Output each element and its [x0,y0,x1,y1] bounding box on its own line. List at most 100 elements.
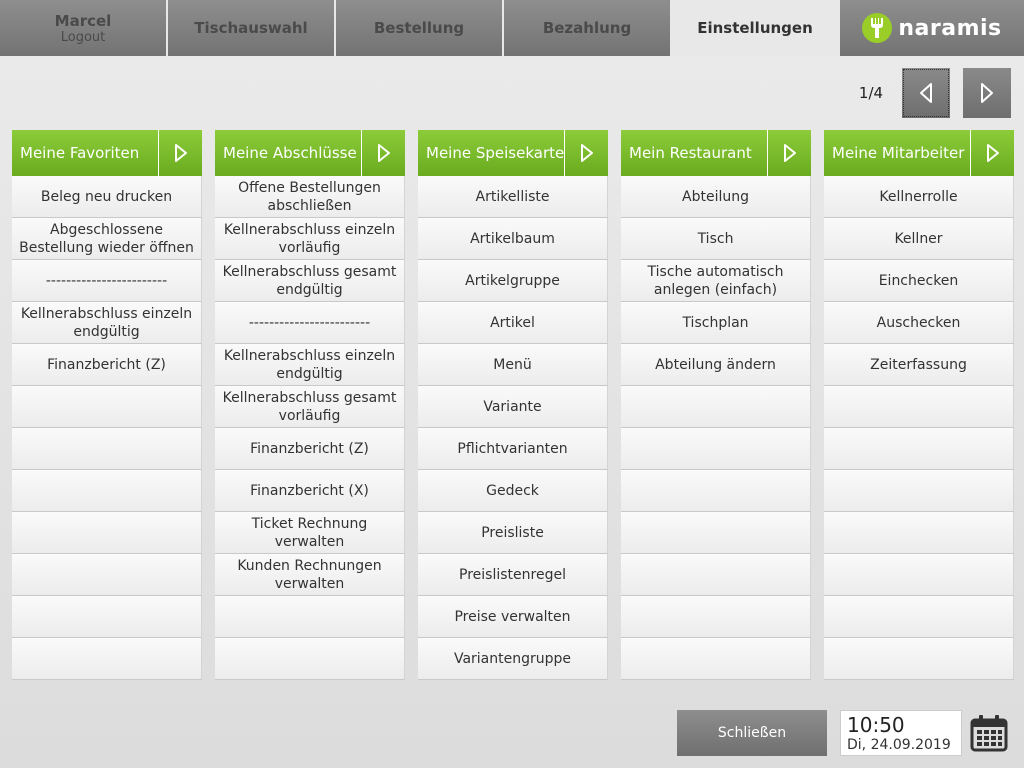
column-title: Meine Speisekarte [426,144,565,162]
column-expand-button[interactable] [970,130,1014,176]
tab-bestellung[interactable]: Bestellung [336,0,504,56]
menu-item[interactable]: Finanzbericht (Z) [215,428,405,470]
settings-column: Meine Favoriten Beleg neu drucken Abgeschl… [12,130,202,680]
menu-item[interactable]: Finanzbericht (X) [215,470,405,512]
settings-column: Meine Speisekarte Artikelliste Artikelbaum… [418,130,608,680]
column-header: Meine Mitarbeiter [824,130,1014,176]
brand-name: naramis [898,15,1002,41]
menu-item[interactable]: Einchecken [824,260,1014,302]
empty-cell [12,554,202,596]
menu-item[interactable]: Ticket Rechnung verwalten [215,512,405,554]
menu-item[interactable]: Artikel [418,302,608,344]
next-page-button[interactable] [963,68,1011,118]
tab-einstellungen[interactable]: Einstellungen [672,0,840,56]
menu-item[interactable]: Kellnerabschluss gesamt vorläufig [215,386,405,428]
clock-display: 10:50 Di, 24.09.2019 [840,710,962,756]
empty-cell [621,512,811,554]
empty-cell [824,386,1014,428]
menu-item[interactable]: Artikelliste [418,176,608,218]
menu-item[interactable]: Abgeschlossene Bestellung wieder öffnen [12,218,202,260]
menu-item[interactable]: Artikelgruppe [418,260,608,302]
empty-cell [824,470,1014,512]
menu-item[interactable]: Menü [418,344,608,386]
menu-item[interactable]: Finanzbericht (Z) [12,344,202,386]
menu-item[interactable]: Abteilung ändern [621,344,811,386]
empty-cell [12,596,202,638]
menu-item[interactable]: Preisliste [418,512,608,554]
empty-cell [12,386,202,428]
menu-item[interactable]: Tisch [621,218,811,260]
triangle-right-icon [174,144,187,162]
empty-cell [824,512,1014,554]
settings-column: Meine Mitarbeiter Kellnerrolle Kellner Einc… [824,130,1014,680]
empty-cell [621,638,811,680]
menu-item[interactable]: Kellnerabschluss einzeln endgültig [215,344,405,386]
column-expand-button[interactable] [158,130,202,176]
menu-item[interactable]: Kellner [824,218,1014,260]
empty-cell [12,512,202,554]
clock-time: 10:50 [847,713,905,737]
settings-column: Meine Abschlüsse Offene Bestellungen absc… [215,130,405,680]
menu-item[interactable]: Gedeck [418,470,608,512]
empty-cell [621,428,811,470]
tab-label: Tischauswahl [194,19,308,37]
column-expand-button[interactable] [767,130,811,176]
empty-cell [12,470,202,512]
settings-columns: Meine Favoriten Beleg neu drucken Abgeschl… [12,130,1014,680]
column-expand-button[interactable] [361,130,405,176]
top-navigation: Marcel Logout Tischauswahl Bestellung Be… [0,0,1024,56]
menu-item[interactable]: Artikelbaum [418,218,608,260]
column-header: Meine Abschlüsse [215,130,405,176]
menu-item[interactable]: Abteilung [621,176,811,218]
menu-item[interactable]: Pflichtvarianten [418,428,608,470]
menu-item[interactable]: Zeiterfassung [824,344,1014,386]
column-title: Mein Restaurant [629,144,752,162]
column-header: Meine Favoriten [12,130,202,176]
triangle-right-icon [580,144,593,162]
menu-item[interactable]: Beleg neu drucken [12,176,202,218]
menu-item[interactable]: Kellnerabschluss einzeln endgültig [12,302,202,344]
column-header: Mein Restaurant [621,130,811,176]
triangle-right-icon [986,144,999,162]
user-name: Marcel [54,11,112,30]
column-header: Meine Speisekarte [418,130,608,176]
column-expand-button[interactable] [564,130,608,176]
triangle-right-icon [981,83,993,103]
menu-item[interactable]: Kellnerabschluss einzeln vorläufig [215,218,405,260]
menu-item[interactable]: Tische automatisch anlegen (einfach) [621,260,811,302]
tab-label: Bestellung [373,19,465,37]
menu-item[interactable]: Kunden Rechnungen verwalten [215,554,405,596]
tab-tischauswahl[interactable]: Tischauswahl [168,0,336,56]
tab-bezahlung[interactable]: Bezahlung [504,0,672,56]
column-title: Meine Abschlüsse [223,144,357,162]
clock-date: Di, 24.09.2019 [847,737,951,753]
menu-item[interactable]: Variantengruppe [418,638,608,680]
menu-item[interactable]: Preislistenregel [418,554,608,596]
empty-cell [824,638,1014,680]
empty-cell [824,596,1014,638]
empty-cell [621,470,811,512]
menu-item[interactable]: Offene Bestellungen abschließen [215,176,405,218]
empty-cell [215,638,405,680]
empty-cell [621,554,811,596]
triangle-right-icon [377,144,390,162]
menu-item[interactable]: Auschecken [824,302,1014,344]
menu-item[interactable]: ------------------------ [215,302,405,344]
close-button[interactable]: Schließen [677,710,827,756]
empty-cell [824,554,1014,596]
empty-cell [824,428,1014,470]
menu-item[interactable]: Preise verwalten [418,596,608,638]
tab-label: Einstellungen [697,19,813,37]
empty-cell [621,386,811,428]
menu-item[interactable]: Tischplan [621,302,811,344]
calendar-icon[interactable] [970,714,1008,752]
brand-logo: naramis [840,0,1024,56]
user-logout-tab[interactable]: Marcel Logout [0,0,168,56]
menu-item[interactable]: ------------------------ [12,260,202,302]
previous-page-button[interactable] [902,68,950,118]
menu-item[interactable]: Variante [418,386,608,428]
empty-cell [12,428,202,470]
empty-cell [621,596,811,638]
menu-item[interactable]: Kellnerrolle [824,176,1014,218]
menu-item[interactable]: Kellnerabschluss gesamt endgültig [215,260,405,302]
